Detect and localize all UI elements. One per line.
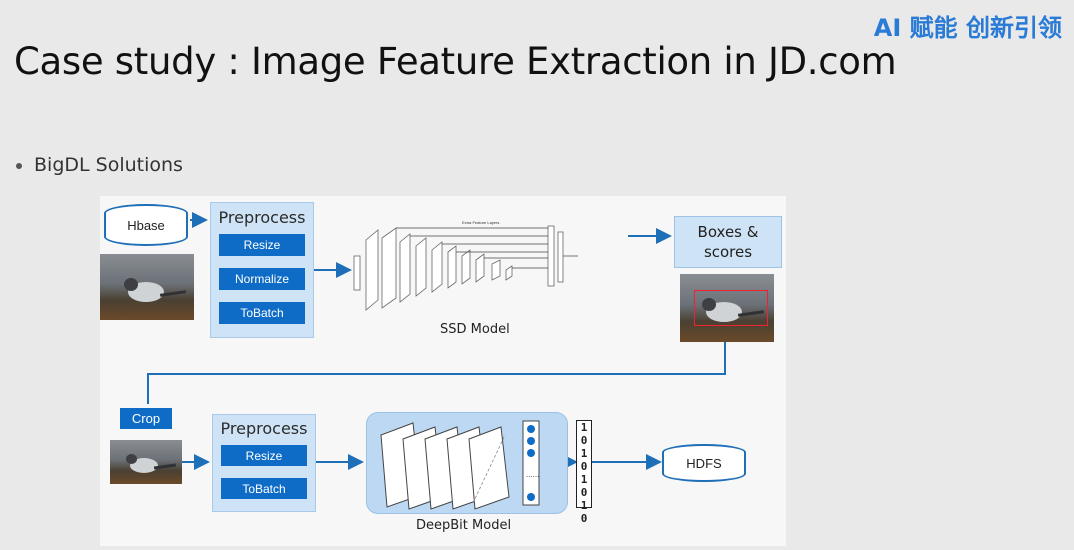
- bit-digit: 0: [580, 486, 588, 499]
- step-tobatch-bottom: ToBatch: [221, 478, 307, 499]
- bit-digit: 1: [580, 447, 588, 460]
- bit-digit: 1: [580, 499, 588, 512]
- step-normalize: Normalize: [219, 268, 305, 290]
- slide-title: Case study : Image Feature Extraction in…: [14, 40, 897, 83]
- bit-digit: 1: [580, 421, 588, 434]
- ssd-extra-layers-label: Extra Feature Layers: [462, 220, 499, 225]
- deepbit-model-block: ......: [366, 412, 568, 514]
- bounding-box: [694, 290, 768, 326]
- preprocess-panel-top: Preprocess Resize Normalize ToBatch: [210, 202, 314, 338]
- cropped-bird-photo: [110, 440, 182, 484]
- boxes-scores-output: Boxes & scores: [674, 216, 782, 268]
- hbase-label: Hbase: [127, 217, 165, 233]
- svg-text:......: ......: [526, 470, 539, 479]
- ssd-model-label: SSD Model: [440, 322, 510, 337]
- bit-digit: 0: [580, 434, 588, 447]
- bullet-text: BigDL Solutions: [34, 154, 183, 176]
- hbase-database: Hbase: [104, 204, 188, 246]
- preprocess-title-bottom: Preprocess: [220, 419, 308, 438]
- hdfs-label: HDFS: [686, 455, 722, 471]
- boxes-scores-label: Boxes & scores: [697, 223, 759, 261]
- bullet-dot: [16, 162, 22, 169]
- deepbit-layers-graphic: ......: [380, 420, 540, 510]
- pipeline-diagram: Hbase Preprocess Resize Normalize ToBatc…: [100, 196, 786, 546]
- input-bird-photo: [100, 254, 194, 320]
- binary-code-output: 1 0 1 0 1 0 1 0: [576, 420, 592, 525]
- bit-digit: 0: [580, 512, 588, 525]
- bullet-item: BigDL Solutions: [16, 154, 183, 176]
- bit-digit: 1: [580, 473, 588, 486]
- hdfs-storage: HDFS: [662, 444, 746, 482]
- crop-step: Crop: [120, 408, 172, 429]
- step-resize-top: Resize: [219, 234, 305, 256]
- preprocess-title-top: Preprocess: [218, 208, 306, 227]
- bit-digit: 0: [580, 460, 588, 473]
- detected-bird-photo: [680, 274, 774, 342]
- preprocess-panel-bottom: Preprocess Resize ToBatch: [212, 414, 316, 512]
- step-resize-bottom: Resize: [221, 445, 307, 466]
- step-tobatch-top: ToBatch: [219, 302, 305, 324]
- deepbit-model-label: DeepBit Model: [416, 518, 512, 533]
- ssd-model-diagram: Extra Feature Layers: [353, 220, 578, 311]
- brand-logo-text: AI 赋能 创新引领: [873, 14, 1062, 42]
